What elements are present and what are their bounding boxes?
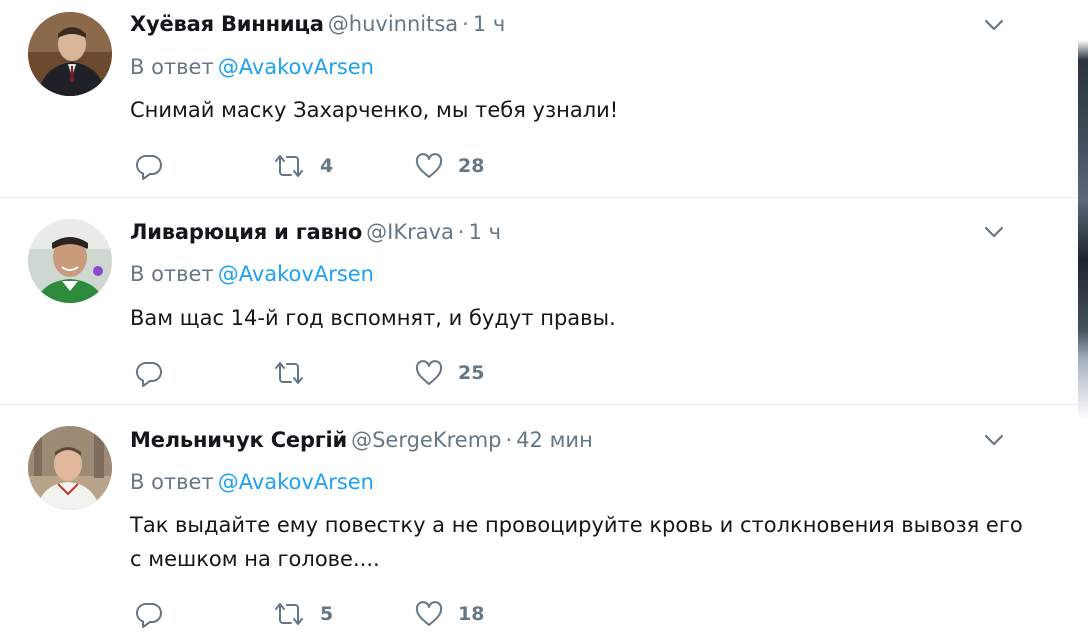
like-count: 18 xyxy=(458,603,485,625)
reply-mention-link[interactable]: @AvakovArsen xyxy=(218,262,374,286)
like-count: 28 xyxy=(458,155,485,177)
reply-mention-link[interactable]: @AvakovArsen xyxy=(218,470,374,494)
user-handle[interactable]: @IKrava xyxy=(366,220,454,244)
reply-button[interactable] xyxy=(134,150,164,182)
timeline: Хуёвая Винница @huvinnitsa · 1 ч В ответ @Av… xyxy=(0,0,1078,643)
chevron-down-icon[interactable] xyxy=(981,427,1007,453)
retweet-icon xyxy=(275,603,303,625)
like-button[interactable]: 18 xyxy=(414,598,484,630)
like-button[interactable]: 25 xyxy=(414,357,484,389)
reply-context: В ответ @AvakovArsen xyxy=(130,259,374,289)
tweet-text: Так выдайте ему повестку а не провоцируй… xyxy=(130,513,1023,571)
avatar-image xyxy=(28,426,112,510)
timestamp[interactable]: 42 мин xyxy=(516,428,593,452)
separator-dot: · xyxy=(457,220,465,244)
reply-button[interactable] xyxy=(134,598,164,630)
tweet-actions: 5 18 xyxy=(130,598,550,630)
reply-context: В ответ @AvakovArsen xyxy=(130,467,374,497)
avatar[interactable] xyxy=(28,12,112,96)
reply-prefix: В ответ xyxy=(130,55,214,79)
retweet-icon xyxy=(275,362,303,384)
user-handle[interactable]: @huvinnitsa xyxy=(328,12,458,36)
reply-button[interactable] xyxy=(134,357,164,389)
retweet-button[interactable]: 5 xyxy=(272,598,333,630)
tweet[interactable]: Ливарюция и гавно @IKrava · 1 ч В ответ @Ava… xyxy=(0,198,1078,405)
retweet-count: 4 xyxy=(320,155,334,177)
tweet-header: Хуёвая Винница @huvinnitsa · 1 ч xyxy=(130,9,505,39)
display-name[interactable]: Хуёвая Винница xyxy=(130,12,324,36)
tweet[interactable]: Мельничук Сергій @SergeKremp · 42 мин В отв… xyxy=(0,405,1078,643)
separator-dot: · xyxy=(505,428,513,452)
reply-prefix: В ответ xyxy=(130,470,214,494)
reply-icon xyxy=(135,361,162,387)
tweet-actions: 4 28 xyxy=(130,150,550,182)
tweet-actions: 25 xyxy=(130,357,550,389)
avatar-image xyxy=(28,12,112,96)
reply-context: В ответ @AvakovArsen xyxy=(130,52,374,82)
retweet-button[interactable] xyxy=(272,357,320,389)
display-name[interactable]: Мельничук Сергій xyxy=(130,428,347,452)
tweet-header: Мельничук Сергій @SergeKremp · 42 мин xyxy=(130,425,593,455)
timestamp[interactable]: 1 ч xyxy=(469,220,501,244)
retweet-icon xyxy=(275,155,303,177)
heart-icon xyxy=(415,601,443,626)
like-count: 25 xyxy=(458,362,485,384)
retweet-button[interactable]: 4 xyxy=(272,150,333,182)
reply-icon xyxy=(135,154,162,180)
retweet-count: 5 xyxy=(320,603,334,625)
tweet[interactable]: Хуёвая Винница @huvinnitsa · 1 ч В ответ @Av… xyxy=(0,0,1078,198)
avatar-image xyxy=(28,219,112,303)
avatar[interactable] xyxy=(28,219,112,303)
heart-icon xyxy=(415,360,443,385)
tweet-text: Снимай маску Захарченко, мы тебя узнали! xyxy=(130,98,619,122)
reply-prefix: В ответ xyxy=(130,262,214,286)
chevron-down-icon[interactable] xyxy=(981,12,1007,38)
display-name[interactable]: Ливарюция и гавно xyxy=(130,220,362,244)
heart-icon xyxy=(415,153,443,178)
background-image-strip xyxy=(1078,0,1088,643)
timestamp[interactable]: 1 ч xyxy=(473,12,505,36)
tweet-text: Вам щас 14-й год вспомнят, и будут правы… xyxy=(130,306,616,330)
like-button[interactable]: 28 xyxy=(414,150,484,182)
separator-dot: · xyxy=(462,12,469,36)
avatar[interactable] xyxy=(28,426,112,510)
reply-icon xyxy=(135,602,162,628)
user-handle[interactable]: @SergeKremp xyxy=(351,428,501,452)
reply-mention-link[interactable]: @AvakovArsen xyxy=(218,55,374,79)
chevron-down-icon[interactable] xyxy=(981,219,1007,245)
tweet-header: Ливарюция и гавно @IKrava · 1 ч xyxy=(130,217,501,247)
